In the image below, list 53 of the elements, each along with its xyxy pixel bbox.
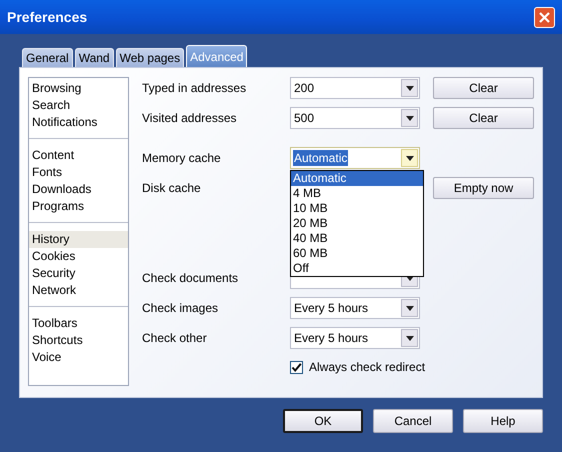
category-item[interactable]: Content xyxy=(29,147,128,164)
window-title: Preferences xyxy=(7,8,88,26)
field-label: Typed in addresses xyxy=(142,80,248,97)
category-item[interactable]: Search xyxy=(29,97,128,114)
close-icon xyxy=(539,12,550,22)
category-item[interactable]: Security xyxy=(29,265,128,282)
dropdown-option[interactable]: 20 MB xyxy=(291,216,423,231)
tab[interactable]: General xyxy=(22,48,73,67)
category-item[interactable]: Cookies xyxy=(29,248,128,265)
dropdown-option[interactable]: 40 MB xyxy=(291,231,423,246)
push-button[interactable]: Clear xyxy=(433,77,534,99)
checkbox-label: Always check redirect xyxy=(309,359,426,376)
push-button[interactable]: Clear xyxy=(433,107,534,129)
dropdown-field[interactable]: Every 5 hours xyxy=(290,297,420,319)
category-item[interactable]: Shortcuts xyxy=(29,332,128,349)
field-label: Visited addresses xyxy=(142,110,238,127)
dropdown-value: 500 xyxy=(293,110,316,126)
tab[interactable]: Wand xyxy=(74,48,114,67)
dropdown-value: Automatic xyxy=(293,150,348,166)
dropdown-value: 200 xyxy=(293,80,316,96)
category-item[interactable]: History xyxy=(29,231,128,248)
dropdown-field[interactable]: 200 xyxy=(290,77,420,99)
dialog-button[interactable]: Help xyxy=(463,409,543,433)
close-button[interactable] xyxy=(534,6,555,28)
category-item[interactable]: Notifications xyxy=(29,114,128,131)
checkmark-icon xyxy=(291,362,302,372)
field-label: Check images xyxy=(142,300,220,317)
dropdown-option[interactable]: 4 MB xyxy=(291,186,423,201)
dropdown-value: Every 5 hours xyxy=(293,330,370,346)
field-label: Disk cache xyxy=(142,180,202,197)
dropdown-option[interactable]: 10 MB xyxy=(291,201,423,216)
dropdown-field[interactable]: Every 5 hours xyxy=(290,327,420,349)
category-item[interactable]: Fonts xyxy=(29,164,128,181)
field-label: Memory cache xyxy=(142,150,222,167)
dropdown-field[interactable]: Automatic xyxy=(290,147,420,169)
dropdown-option[interactable]: Off xyxy=(291,261,423,276)
checkbox[interactable] xyxy=(290,360,303,374)
category-item[interactable]: Toolbars xyxy=(29,315,128,332)
dropdown-option[interactable]: Automatic xyxy=(291,171,423,186)
dialog-button[interactable]: Cancel xyxy=(373,409,453,433)
category-item[interactable]: Downloads xyxy=(29,181,128,198)
field-label: Check documents xyxy=(142,270,240,287)
dropdown-field[interactable]: 500 xyxy=(290,107,420,129)
dropdown-value: Every 5 hours xyxy=(293,300,370,316)
category-item[interactable]: Browsing xyxy=(29,80,128,97)
category-item[interactable]: Voice xyxy=(29,349,128,366)
dropdown-option[interactable]: 60 MB xyxy=(291,246,423,261)
field-label: Check other xyxy=(142,330,208,347)
push-button[interactable]: Empty now xyxy=(433,177,534,199)
dialog-button[interactable]: OK xyxy=(283,409,363,433)
category-item[interactable]: Programs xyxy=(29,198,128,215)
category-item[interactable]: Network xyxy=(29,282,128,299)
tab[interactable]: Web pages xyxy=(116,48,184,67)
